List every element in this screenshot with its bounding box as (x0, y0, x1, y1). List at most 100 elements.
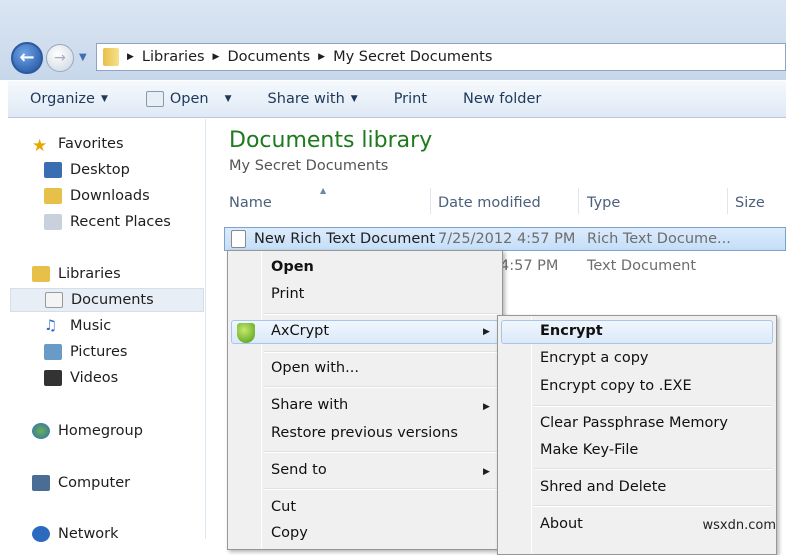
menu-item-encrypt[interactable]: Encrypt (540, 323, 603, 339)
file-type: Rich Text Docume... (587, 231, 731, 247)
caret-down-icon: ▼ (350, 94, 358, 104)
music-icon: ♫ (44, 318, 57, 334)
menu-item-open-with[interactable]: Open with... (271, 360, 359, 376)
library-subtitle: My Secret Documents (229, 158, 389, 174)
column-divider[interactable] (578, 188, 579, 214)
context-menu: Open Print AxCrypt ▶ Open with... Share … (227, 250, 503, 550)
menu-item-clear-passphrase-memory[interactable]: Clear Passphrase Memory (540, 415, 728, 431)
nav-label: Videos (70, 370, 119, 386)
menu-gutter (531, 316, 532, 554)
open-label: Open (169, 91, 209, 107)
menu-separator (264, 351, 498, 353)
column-date-modified[interactable]: Date modified (438, 195, 541, 211)
caret-down-icon: ▼ (224, 94, 232, 104)
chevron-right-icon: ▶ (212, 52, 220, 62)
breadcrumb-documents[interactable]: Documents (227, 49, 310, 65)
menu-gutter (261, 251, 262, 549)
column-name[interactable]: Name (229, 195, 272, 211)
navigation-pane: ★ Favorites Desktop Downloads Recent Plac… (8, 119, 206, 542)
submenu-arrow-icon: ▶ (483, 467, 490, 477)
print-button[interactable]: Print (394, 91, 427, 107)
menu-item-shred-and-delete[interactable]: Shred and Delete (540, 479, 666, 495)
nav-computer[interactable]: Computer (32, 471, 130, 495)
chevron-right-icon: ▶ (318, 52, 326, 62)
network-icon (32, 526, 50, 542)
file-name: New Rich Text Document (254, 231, 436, 247)
toolbar: Organize ▼ Open ▼ Share with ▼ Print New fo… (8, 80, 786, 118)
folder-icon (103, 48, 119, 66)
organize-label: Organize (30, 91, 95, 107)
nav-label: Desktop (70, 162, 130, 178)
menu-separator (534, 405, 772, 407)
axcrypt-shield-icon (237, 323, 255, 343)
menu-item-encrypt-a-copy[interactable]: Encrypt a copy (540, 350, 649, 366)
caret-down-icon: ▼ (100, 94, 108, 104)
submenu-arrow-icon: ▶ (483, 327, 490, 337)
forward-button[interactable]: → (46, 44, 74, 72)
share-with-button[interactable]: Share with ▼ (268, 91, 358, 107)
homegroup-icon (32, 423, 50, 439)
menu-item-encrypt-copy-to-exe[interactable]: Encrypt copy to .EXE (540, 378, 692, 394)
recent-places-icon (44, 214, 62, 230)
menu-item-print[interactable]: Print (271, 286, 304, 302)
menu-item-cut[interactable]: Cut (271, 499, 296, 515)
nav-music[interactable]: ♫ Music (44, 314, 111, 338)
nav-label: Network (58, 526, 119, 542)
nav-desktop[interactable]: Desktop (44, 158, 130, 182)
file-type: Text Document (587, 258, 697, 274)
nav-label: Computer (58, 475, 131, 491)
column-divider[interactable] (727, 188, 728, 214)
breadcrumb-my-secret-documents[interactable]: My Secret Documents (333, 49, 492, 65)
rich-text-file-icon (231, 230, 246, 248)
document-icon (145, 91, 164, 107)
address-bar[interactable]: ▶ Libraries ▶ Documents ▶ My Secret Docu… (96, 43, 786, 71)
breadcrumb-libraries[interactable]: Libraries (142, 49, 205, 65)
menu-item-axcrypt-label: AxCrypt (271, 323, 330, 339)
nav-homegroup[interactable]: Homegroup (32, 419, 143, 443)
back-button[interactable]: ← (11, 42, 43, 74)
sort-ascending-icon: ▲ (320, 186, 327, 195)
watermark: wsxdn.com (702, 518, 777, 533)
open-button[interactable]: Open ▼ (145, 91, 232, 107)
nav-favorites[interactable]: ★ Favorites (32, 132, 124, 156)
menu-item-share-with[interactable]: Share with (271, 397, 348, 413)
nav-label: Downloads (70, 188, 150, 204)
nav-pictures[interactable]: Pictures (44, 340, 127, 364)
column-divider[interactable] (430, 188, 431, 214)
menu-item-open[interactable]: Open (271, 259, 314, 275)
menu-separator (264, 451, 498, 453)
menu-separator (534, 505, 772, 507)
organize-button[interactable]: Organize ▼ (30, 91, 108, 107)
pictures-icon (44, 344, 62, 360)
menu-separator (264, 488, 498, 490)
history-dropdown-icon[interactable]: ▼ (79, 52, 87, 63)
nav-downloads[interactable]: Downloads (44, 184, 150, 208)
downloads-icon (44, 188, 62, 204)
nav-label: Documents (71, 292, 154, 308)
chevron-right-icon: ▶ (127, 52, 134, 62)
menu-item-about[interactable]: About (540, 516, 583, 532)
nav-libraries[interactable]: Libraries (32, 262, 121, 286)
nav-recent-places[interactable]: Recent Places (44, 210, 171, 234)
nav-label: Libraries (58, 266, 121, 282)
star-icon: ★ (32, 136, 48, 156)
menu-item-restore-previous-versions[interactable]: Restore previous versions (271, 425, 458, 441)
videos-icon (44, 370, 62, 386)
nav-documents[interactable]: Documents (10, 288, 204, 312)
menu-item-send-to[interactable]: Send to (271, 462, 327, 478)
nav-label: Recent Places (70, 214, 171, 230)
share-with-label: Share with (267, 91, 345, 107)
column-type[interactable]: Type (587, 195, 620, 211)
menu-separator (264, 386, 498, 388)
nav-label: Favorites (58, 136, 124, 152)
new-folder-button[interactable]: New folder (463, 91, 541, 107)
menu-separator (264, 313, 498, 315)
nav-network[interactable]: Network (32, 522, 119, 546)
library-title: Documents library (229, 128, 433, 153)
nav-label: Pictures (70, 344, 128, 360)
nav-label: Homegroup (58, 423, 143, 439)
nav-videos[interactable]: Videos (44, 366, 118, 390)
documents-icon (45, 292, 63, 308)
column-size[interactable]: Size (735, 195, 765, 211)
menu-item-make-key-file[interactable]: Make Key-File (540, 442, 638, 458)
